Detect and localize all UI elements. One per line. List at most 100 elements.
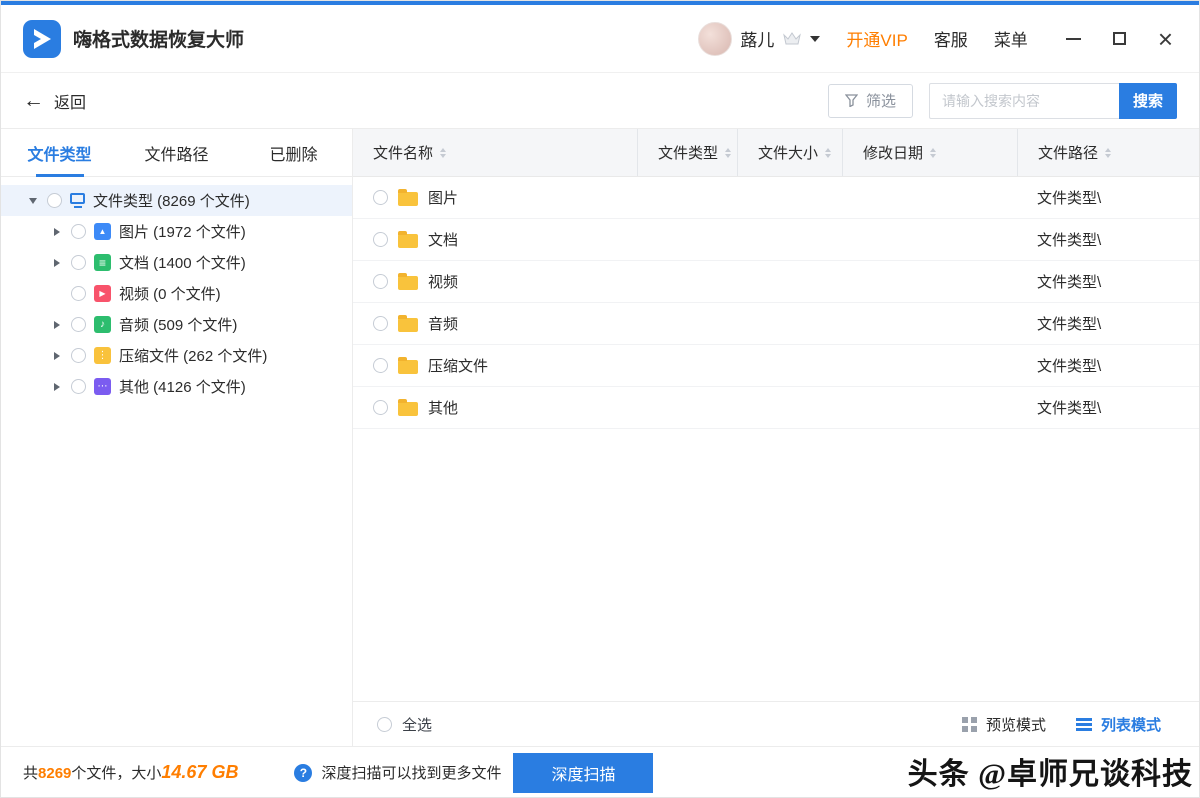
- sort-icon[interactable]: [930, 148, 936, 158]
- row-radio[interactable]: [373, 274, 388, 289]
- table-empty-area: [353, 429, 1199, 701]
- watermark: 头条 @卓师兄谈科技: [908, 749, 1193, 793]
- tree-item-label: 文件类型 (8269 个文件): [93, 190, 250, 211]
- caret-icon[interactable]: [49, 286, 65, 302]
- table-row[interactable]: 文档 文件类型\: [353, 219, 1199, 261]
- sidebar-tabs: 文件类型 文件路径 已删除: [1, 129, 352, 177]
- cell-file-name: 文档: [353, 219, 637, 260]
- avatar[interactable]: [698, 22, 732, 56]
- column-header[interactable]: 文件名称: [353, 129, 637, 176]
- tree-item-label: 压缩文件 (262 个文件): [119, 345, 267, 366]
- tree-item[interactable]: ▶ 视频 (0 个文件): [1, 278, 352, 309]
- open-vip-link[interactable]: 开通VIP: [846, 26, 907, 51]
- sort-icon[interactable]: [1105, 148, 1111, 158]
- file-name: 其他: [428, 397, 458, 418]
- caret-icon[interactable]: [49, 255, 65, 271]
- folder-icon: [398, 276, 418, 290]
- file-path: 文件类型\: [1037, 313, 1101, 334]
- document-icon: ≡: [94, 254, 111, 271]
- user-dropdown-icon[interactable]: [810, 36, 820, 42]
- tab-file-type[interactable]: 文件类型: [1, 129, 118, 176]
- sort-icon[interactable]: [825, 148, 831, 158]
- table-row[interactable]: 压缩文件 文件类型\: [353, 345, 1199, 387]
- tree-item[interactable]: ≡ 文档 (1400 个文件): [1, 247, 352, 278]
- filter-button[interactable]: 筛选: [828, 84, 913, 118]
- select-all-label: 全选: [402, 714, 432, 735]
- caret-icon[interactable]: [25, 193, 41, 209]
- sort-icon[interactable]: [725, 148, 731, 158]
- user-account[interactable]: 蕗儿: [698, 22, 820, 56]
- app-window: 嗨格式数据恢复大师 蕗儿 开通VIP 客服 菜单 × ← 返回: [0, 0, 1200, 798]
- filter-label: 筛选: [866, 90, 896, 111]
- cell-file-path: 文件类型\: [1017, 177, 1199, 218]
- column-header[interactable]: 文件路径: [1017, 129, 1199, 176]
- back-button[interactable]: ← 返回: [23, 89, 86, 113]
- back-arrow-icon: ←: [23, 90, 44, 111]
- tree-item-radio[interactable]: [47, 193, 62, 208]
- close-button[interactable]: ×: [1158, 26, 1173, 52]
- tree-item[interactable]: ⋮ 压缩文件 (262 个文件): [1, 340, 352, 371]
- list-mode-button[interactable]: 列表模式: [1076, 714, 1161, 735]
- tab-file-path[interactable]: 文件路径: [118, 129, 235, 176]
- tree-item-radio[interactable]: [71, 286, 86, 301]
- column-header[interactable]: 文件大小: [737, 129, 842, 176]
- cell-file-date: [842, 219, 1017, 260]
- preview-mode-label: 预览模式: [986, 714, 1046, 735]
- caret-icon[interactable]: [49, 348, 65, 364]
- file-path: 文件类型\: [1037, 397, 1101, 418]
- tree-item[interactable]: ⋯ 其他 (4126 个文件): [1, 371, 352, 402]
- tree-item-radio[interactable]: [71, 379, 86, 394]
- caret-icon[interactable]: [49, 224, 65, 240]
- toolbar: ← 返回 筛选 搜索: [1, 73, 1199, 129]
- table-row[interactable]: 其他 文件类型\: [353, 387, 1199, 429]
- column-header[interactable]: 修改日期: [842, 129, 1017, 176]
- table-row[interactable]: 音频 文件类型\: [353, 303, 1199, 345]
- deep-scan-tip: ? 深度扫描可以找到更多文件: [294, 762, 501, 783]
- column-header[interactable]: 文件类型: [637, 129, 737, 176]
- cell-file-size: [737, 345, 842, 386]
- list-mode-label: 列表模式: [1101, 714, 1161, 735]
- deep-scan-button[interactable]: 深度扫描: [513, 753, 653, 793]
- row-radio[interactable]: [373, 400, 388, 415]
- table-body: 图片 文件类型\ 文档 文件类型\ 视频 文件类型\ 音频: [353, 177, 1199, 429]
- maximize-button[interactable]: [1113, 32, 1126, 45]
- search-button[interactable]: 搜索: [1119, 83, 1177, 119]
- search-input[interactable]: [929, 83, 1119, 119]
- filter-icon: [845, 94, 858, 107]
- menu-link[interactable]: 菜单: [994, 26, 1028, 51]
- sort-icon[interactable]: [440, 148, 446, 158]
- tab-deleted[interactable]: 已删除: [235, 129, 352, 176]
- row-radio[interactable]: [373, 190, 388, 205]
- tree-item-radio[interactable]: [71, 317, 86, 332]
- row-radio[interactable]: [373, 232, 388, 247]
- select-all-radio[interactable]: [377, 717, 392, 732]
- caret-icon[interactable]: [49, 379, 65, 395]
- row-radio[interactable]: [373, 316, 388, 331]
- main-panel: 文件名称 文件类型 文件大小 修改日期 文件路径 图片 文件类型\ 文档: [353, 129, 1199, 746]
- cell-file-type: [637, 177, 737, 218]
- cell-file-name: 图片: [353, 177, 637, 218]
- file-path: 文件类型\: [1037, 355, 1101, 376]
- table-row[interactable]: 图片 文件类型\: [353, 177, 1199, 219]
- tree-item[interactable]: ▲ 图片 (1972 个文件): [1, 216, 352, 247]
- cell-file-type: [637, 387, 737, 428]
- preview-mode-button[interactable]: 预览模式: [962, 714, 1046, 735]
- tree-item-label: 其他 (4126 个文件): [119, 376, 246, 397]
- file-name: 压缩文件: [428, 355, 488, 376]
- row-radio[interactable]: [373, 358, 388, 373]
- tree-item[interactable]: ♪ 音频 (509 个文件): [1, 309, 352, 340]
- app-logo-icon: [23, 20, 61, 58]
- tree-item[interactable]: 文件类型 (8269 个文件): [1, 185, 352, 216]
- scan-tip-text: 深度扫描可以找到更多文件: [321, 762, 501, 783]
- tree-item-radio[interactable]: [71, 255, 86, 270]
- caret-icon[interactable]: [49, 317, 65, 333]
- tree-item-radio[interactable]: [71, 348, 86, 363]
- crown-icon: [782, 31, 802, 47]
- tree-item-radio[interactable]: [71, 224, 86, 239]
- support-link[interactable]: 客服: [934, 26, 968, 51]
- cell-file-size: [737, 219, 842, 260]
- list-view-icon: [1076, 717, 1092, 732]
- window-controls: ×: [1066, 26, 1173, 52]
- table-row[interactable]: 视频 文件类型\: [353, 261, 1199, 303]
- minimize-button[interactable]: [1066, 38, 1081, 40]
